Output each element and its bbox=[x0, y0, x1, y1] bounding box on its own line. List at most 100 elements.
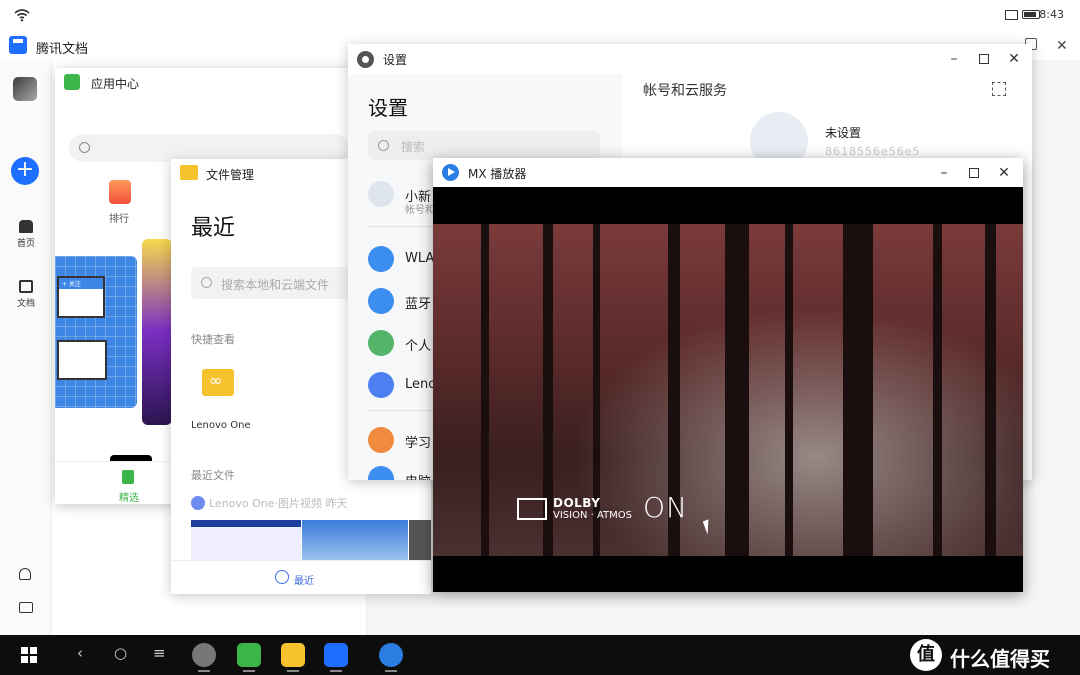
avatar[interactable] bbox=[13, 77, 37, 101]
page-title: 设置 bbox=[368, 96, 408, 120]
app-center-icon bbox=[64, 74, 80, 90]
banner-follow-text: + 关注 bbox=[59, 278, 103, 289]
bluetooth-icon bbox=[368, 288, 394, 314]
recents-icon[interactable]: ≡ bbox=[153, 644, 166, 662]
page-title: 最近 bbox=[191, 216, 236, 241]
mouse-cursor-icon bbox=[702, 519, 714, 535]
search-placeholder: 搜索 bbox=[401, 140, 426, 154]
sidebar-item-label: WLA bbox=[405, 251, 435, 266]
computer-icon bbox=[368, 466, 394, 480]
sidebar-item-label: 首页 bbox=[16, 239, 35, 249]
search-input[interactable]: 搜索 bbox=[368, 131, 600, 160]
tab-recent[interactable]: 最近 bbox=[294, 572, 314, 587]
taskbar-tencent-docs-icon[interactable] bbox=[324, 643, 348, 672]
mx-player-titlebar[interactable]: MX 播放器 – ✕ bbox=[433, 158, 1023, 187]
wifi-icon bbox=[14, 9, 30, 22]
play-icon bbox=[442, 164, 459, 181]
taskbar-file-manager-icon[interactable] bbox=[281, 643, 305, 672]
taskbar-app-center-icon[interactable] bbox=[237, 643, 261, 672]
tree-trunk bbox=[785, 224, 793, 556]
sidebar-item-documents[interactable]: 文档 bbox=[0, 280, 52, 309]
graduation-icon bbox=[368, 427, 394, 453]
lenovo-one-icon bbox=[191, 496, 205, 510]
back-icon[interactable]: ‹ bbox=[77, 644, 83, 662]
tencent-docs-sidebar: + 首页 文档 bbox=[0, 60, 52, 635]
video-frame[interactable]: DOLBY VISION · ATMOS ON bbox=[433, 224, 1023, 556]
search-icon bbox=[201, 277, 212, 288]
lenovo-one-icon bbox=[368, 372, 394, 398]
gear-icon bbox=[357, 51, 374, 68]
sidebar-item-label: 学习 bbox=[405, 436, 432, 451]
sidebar-item-label: 蓝牙 bbox=[405, 297, 432, 312]
banner-image[interactable]: + 关注 bbox=[55, 256, 137, 408]
account-status[interactable]: 未设置 bbox=[825, 124, 861, 141]
thumbnail[interactable] bbox=[409, 520, 431, 560]
window-title: 应用中心 bbox=[91, 77, 140, 91]
tree-trunk bbox=[481, 224, 489, 556]
banner-image[interactable] bbox=[142, 239, 172, 425]
tencent-docs-logo-icon bbox=[9, 36, 27, 54]
sidebar-item-label: 个人 bbox=[405, 339, 432, 354]
window-title: 文件管理 bbox=[206, 168, 255, 182]
clock: 8:43 bbox=[1039, 8, 1064, 21]
folder-icon bbox=[180, 165, 198, 180]
bell-icon[interactable] bbox=[19, 568, 31, 580]
tree-trunk bbox=[843, 224, 873, 556]
section-title: 帐号和云服务 bbox=[643, 83, 727, 99]
minimize-icon[interactable]: – bbox=[946, 51, 962, 67]
featured-icon[interactable] bbox=[122, 470, 134, 484]
thumbnail[interactable] bbox=[302, 520, 408, 560]
taskbar-settings-icon[interactable] bbox=[192, 643, 216, 672]
sidebar-item-label: 文档 bbox=[16, 299, 35, 309]
close-icon[interactable]: ✕ bbox=[1056, 38, 1068, 54]
dolby-label: DOLBY bbox=[553, 496, 601, 510]
dolby-double-d-icon bbox=[517, 498, 547, 520]
link-icon bbox=[368, 330, 394, 356]
avatar bbox=[368, 181, 394, 207]
maximize-icon[interactable] bbox=[976, 51, 992, 68]
minimize-icon[interactable]: – bbox=[936, 165, 952, 181]
recent-source: Lenovo One·图片视频 昨天 bbox=[191, 495, 348, 511]
tab-featured[interactable]: 精选 bbox=[119, 489, 139, 504]
close-icon[interactable]: ✕ bbox=[996, 165, 1012, 181]
search-icon bbox=[378, 140, 389, 151]
section-label: 最近文件 bbox=[191, 469, 235, 482]
status-bar: 8:43 bbox=[0, 0, 1080, 30]
dolby-vision-atmos-label: VISION · ATMOS bbox=[553, 510, 632, 521]
mx-player-window: MX 播放器 – ✕ DOLBY VISION · ATMOS ON bbox=[433, 158, 1023, 592]
panel-icon[interactable] bbox=[19, 602, 33, 613]
clock-icon[interactable] bbox=[275, 570, 289, 584]
masked-account: 8618556e56e5 bbox=[825, 145, 921, 158]
add-document-button[interactable]: + bbox=[11, 157, 39, 185]
maximize-icon[interactable] bbox=[966, 165, 982, 182]
search-icon bbox=[79, 142, 90, 153]
lenovo-one-folder-icon[interactable] bbox=[202, 369, 234, 396]
taskbar: ‹ ○ ≡ 值 什么值得买 bbox=[0, 635, 1080, 675]
settings-titlebar[interactable]: 设置 – ✕ bbox=[348, 44, 1032, 74]
reading-mode-icon bbox=[1005, 10, 1018, 20]
watermark-text: 什么值得买 bbox=[950, 647, 1050, 671]
section-label: 快捷查看 bbox=[191, 333, 235, 346]
app-center-titlebar[interactable]: 应用中心 bbox=[55, 68, 355, 98]
start-menu-icon[interactable] bbox=[21, 647, 38, 664]
recent-source-text: Lenovo One·图片视频 昨天 bbox=[209, 497, 348, 510]
search-placeholder: 搜索本地和云端文件 bbox=[221, 278, 330, 292]
folder-label[interactable]: Lenovo One bbox=[191, 420, 251, 431]
dolby-on-label: ON bbox=[643, 491, 688, 524]
tree-trunk bbox=[725, 224, 749, 556]
watermark-logo-icon: 值 bbox=[910, 639, 942, 671]
thumbnail[interactable] bbox=[191, 520, 301, 560]
close-icon[interactable]: ✕ bbox=[1006, 51, 1022, 67]
banner-card: + 关注 bbox=[57, 276, 105, 318]
sidebar-item-label: 电脑 bbox=[405, 471, 431, 480]
search-input[interactable] bbox=[69, 134, 349, 162]
account-sub: 帐号和 bbox=[405, 205, 435, 216]
tv-icon bbox=[57, 340, 107, 380]
home-button-icon[interactable]: ○ bbox=[114, 644, 127, 662]
sidebar-item-home[interactable]: 首页 bbox=[0, 220, 52, 249]
taskbar-mx-player-icon[interactable] bbox=[379, 643, 403, 672]
window-title: MX 播放器 bbox=[468, 167, 527, 181]
window-title: 设置 bbox=[383, 53, 408, 67]
ranking-icon[interactable] bbox=[109, 180, 131, 204]
scan-icon[interactable] bbox=[992, 82, 1006, 96]
